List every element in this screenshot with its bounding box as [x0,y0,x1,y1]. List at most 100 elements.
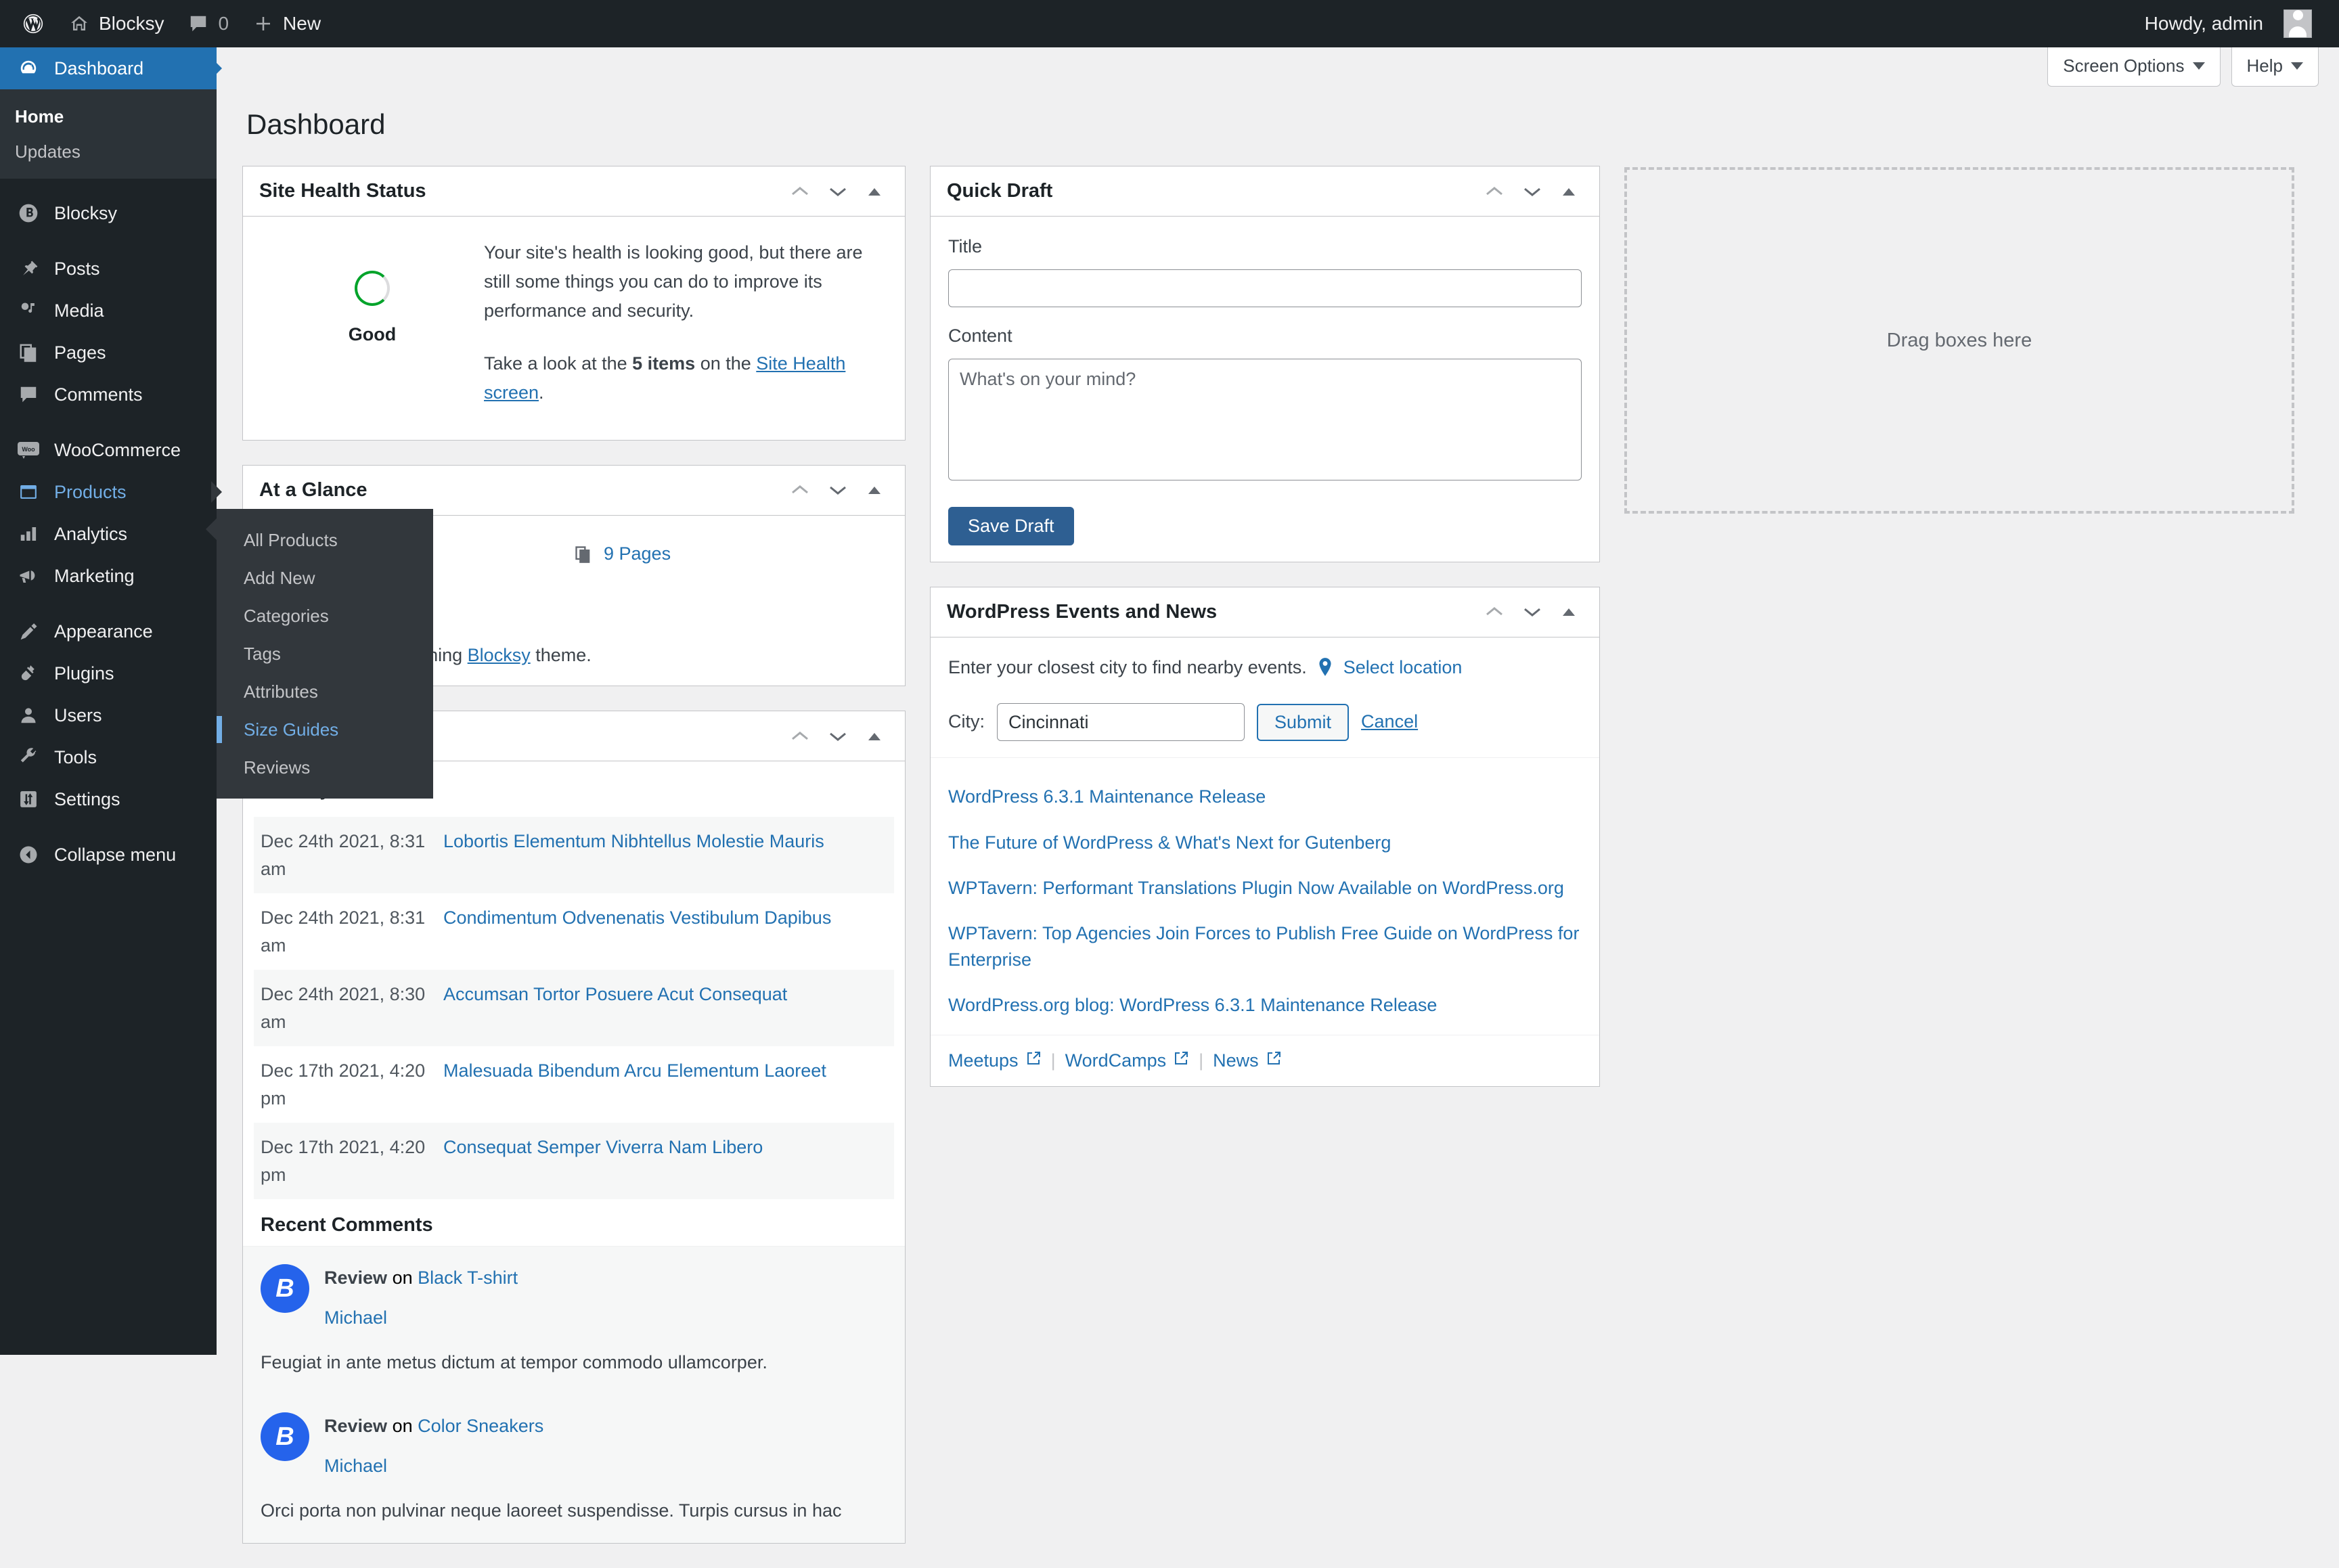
sidebar-item-tools[interactable]: Tools [0,736,217,778]
sidebar-item-users[interactable]: Users [0,694,217,736]
comment-author-link[interactable]: Michael [324,1456,387,1476]
widget-dropzone[interactable]: Drag boxes here [1624,167,2294,514]
move-down-icon[interactable] [828,730,848,742]
comment-on: on [387,1416,418,1437]
sidebar-item-marketing[interactable]: Marketing [0,555,217,597]
sidebar-subitem-home[interactable]: Home [0,99,217,134]
sidebar-item-dashboard[interactable]: Dashboard [0,47,217,89]
table-row[interactable]: Dec 24th 2021, 8:31 am Condimentum Odven… [254,893,894,970]
news-link[interactable]: WordPress.org blog: WordPress 6.3.1 Main… [948,995,1437,1015]
flyout-item-size-guides[interactable]: Size Guides [217,711,433,748]
comment-bubble-icon [188,14,208,34]
table-row[interactable]: Dec 17th 2021, 4:20 pm Consequat Semper … [254,1123,894,1200]
comment-author-link[interactable]: Michael [324,1307,387,1328]
news-link-footer[interactable]: News [1213,1050,1282,1071]
news-link[interactable]: WPTavern: Performant Translations Plugin… [948,878,1564,898]
list-item[interactable]: WordPress 6.3.1 Maintenance Release [948,774,1582,820]
meetups-label: Meetups [948,1050,1019,1071]
activity-title-link[interactable]: Accumsan Tortor Posuere Acut Consequat [443,984,787,1004]
quick-draft-title-input[interactable] [948,269,1582,307]
move-up-icon[interactable] [790,185,810,198]
help-button[interactable]: Help [2231,47,2319,87]
move-up-icon[interactable] [1484,606,1505,618]
sidebar-item-label: Posts [54,258,100,279]
new-content-menu[interactable]: New [241,0,333,47]
quick-draft-title-label: Title [948,236,983,256]
sidebar-item-appearance[interactable]: Appearance [0,610,217,652]
plug-icon [15,663,42,684]
flyout-item-categories[interactable]: Categories [217,597,433,635]
flyout-item-attributes[interactable]: Attributes [217,673,433,711]
paintbrush-icon [15,621,42,642]
move-down-icon[interactable] [828,185,848,198]
comments-bubble[interactable]: 0 [176,0,241,47]
sidebar-item-comments[interactable]: Comments [0,374,217,416]
quick-draft-content-textarea[interactable] [948,358,1582,480]
sidebar-item-products[interactable]: Products [0,471,217,513]
glance-label[interactable]: 9 Pages [604,540,671,568]
comment-target-link[interactable]: Color Sneakers [418,1416,543,1436]
sidebar-item-pages[interactable]: Pages [0,332,217,374]
select-location-link[interactable]: Select location [1343,654,1463,682]
activity-title-link[interactable]: Malesuada Bibendum Arcu Elementum Laoree… [443,1060,826,1081]
move-down-icon[interactable] [1522,606,1542,618]
screen-options-button[interactable]: Screen Options [2047,47,2221,87]
activity-title-link[interactable]: Condimentum Odvenenatis Vestibulum Dapib… [443,908,831,928]
widget-body: Enter your closest city to find nearby e… [931,637,1599,758]
save-draft-button[interactable]: Save Draft [948,506,1074,545]
news-link[interactable]: WPTavern: Top Agencies Join Forces to Pu… [948,923,1579,970]
list-item[interactable]: WordPress.org blog: WordPress 6.3.1 Main… [948,983,1582,1028]
glance-theme-link[interactable]: Blocksy [468,645,531,665]
list-item[interactable]: The Future of WordPress & What's Next fo… [948,820,1582,866]
comment-target-link[interactable]: Black T-shirt [418,1268,518,1288]
toggle-panel-icon[interactable] [1560,606,1578,618]
move-up-icon[interactable] [1484,185,1505,198]
sidebar-item-woocommerce[interactable]: Woo WooCommerce [0,429,217,471]
sidebar-item-label: Settings [54,788,120,809]
my-account-menu[interactable]: Howdy, admin [2133,0,2324,47]
toggle-panel-icon[interactable] [866,730,883,742]
meetups-link[interactable]: Meetups [948,1050,1042,1071]
flyout-item-tags[interactable]: Tags [217,635,433,673]
move-down-icon[interactable] [828,484,848,496]
sidebar-item-media[interactable]: Media [0,290,217,332]
wrench-icon [15,747,42,767]
sidebar-item-analytics[interactable]: Analytics [0,513,217,555]
sidebar-subitem-updates[interactable]: Updates [0,134,217,169]
toggle-panel-icon[interactable] [866,185,883,198]
table-row[interactable]: Dec 24th 2021, 8:30 am Accumsan Tortor P… [254,970,894,1047]
activity-title-link[interactable]: Lobortis Elementum Nibhtellus Molestie M… [443,831,824,851]
toggle-panel-icon[interactable] [1560,185,1578,198]
sidebar-item-blocksy[interactable]: Blocksy [0,192,217,234]
news-link[interactable]: The Future of WordPress & What's Next fo… [948,832,1391,853]
toggle-panel-icon[interactable] [866,484,883,496]
submit-button[interactable]: Submit [1257,703,1350,741]
cancel-link[interactable]: Cancel [1361,708,1418,736]
sidebar-item-settings[interactable]: Settings [0,778,217,820]
flyout-item-reviews[interactable]: Reviews [217,748,433,786]
wordcamps-link[interactable]: WordCamps [1065,1050,1190,1071]
dashboard-submenu: Home Updates [0,89,217,179]
sidebar-item-label: Media [54,300,104,321]
admin-bar: Blocksy 0 New Howdy, admin [0,0,2339,47]
move-up-icon[interactable] [790,484,810,496]
glance-item-pages[interactable]: 9 Pages [574,532,887,577]
site-name-menu[interactable]: Blocksy [57,0,176,47]
list-item[interactable]: WPTavern: Top Agencies Join Forces to Pu… [948,911,1582,983]
flyout-item-all-products[interactable]: All Products [217,521,433,559]
city-input[interactable] [997,703,1245,742]
move-up-icon[interactable] [790,730,810,742]
table-row[interactable]: Dec 24th 2021, 8:31 am Lobortis Elementu… [254,817,894,894]
sidebar-item-collapse-menu[interactable]: Collapse menu [0,834,217,876]
wp-logo-menu[interactable] [9,0,57,47]
flyout-item-add-new[interactable]: Add New [217,559,433,597]
sidebar-item-plugins[interactable]: Plugins [0,652,217,694]
news-link[interactable]: WordPress 6.3.1 Maintenance Release [948,786,1266,807]
list-item[interactable]: WPTavern: Performant Translations Plugin… [948,866,1582,911]
sidebar-item-label: WooCommerce [54,439,181,460]
activity-title-link[interactable]: Consequat Semper Viverra Nam Libero [443,1137,763,1157]
table-row[interactable]: Dec 17th 2021, 4:20 pm Malesuada Bibendu… [254,1046,894,1123]
move-down-icon[interactable] [1522,185,1542,198]
sidebar-item-posts[interactable]: Posts [0,248,217,290]
widget-title: Quick Draft [947,180,1053,202]
